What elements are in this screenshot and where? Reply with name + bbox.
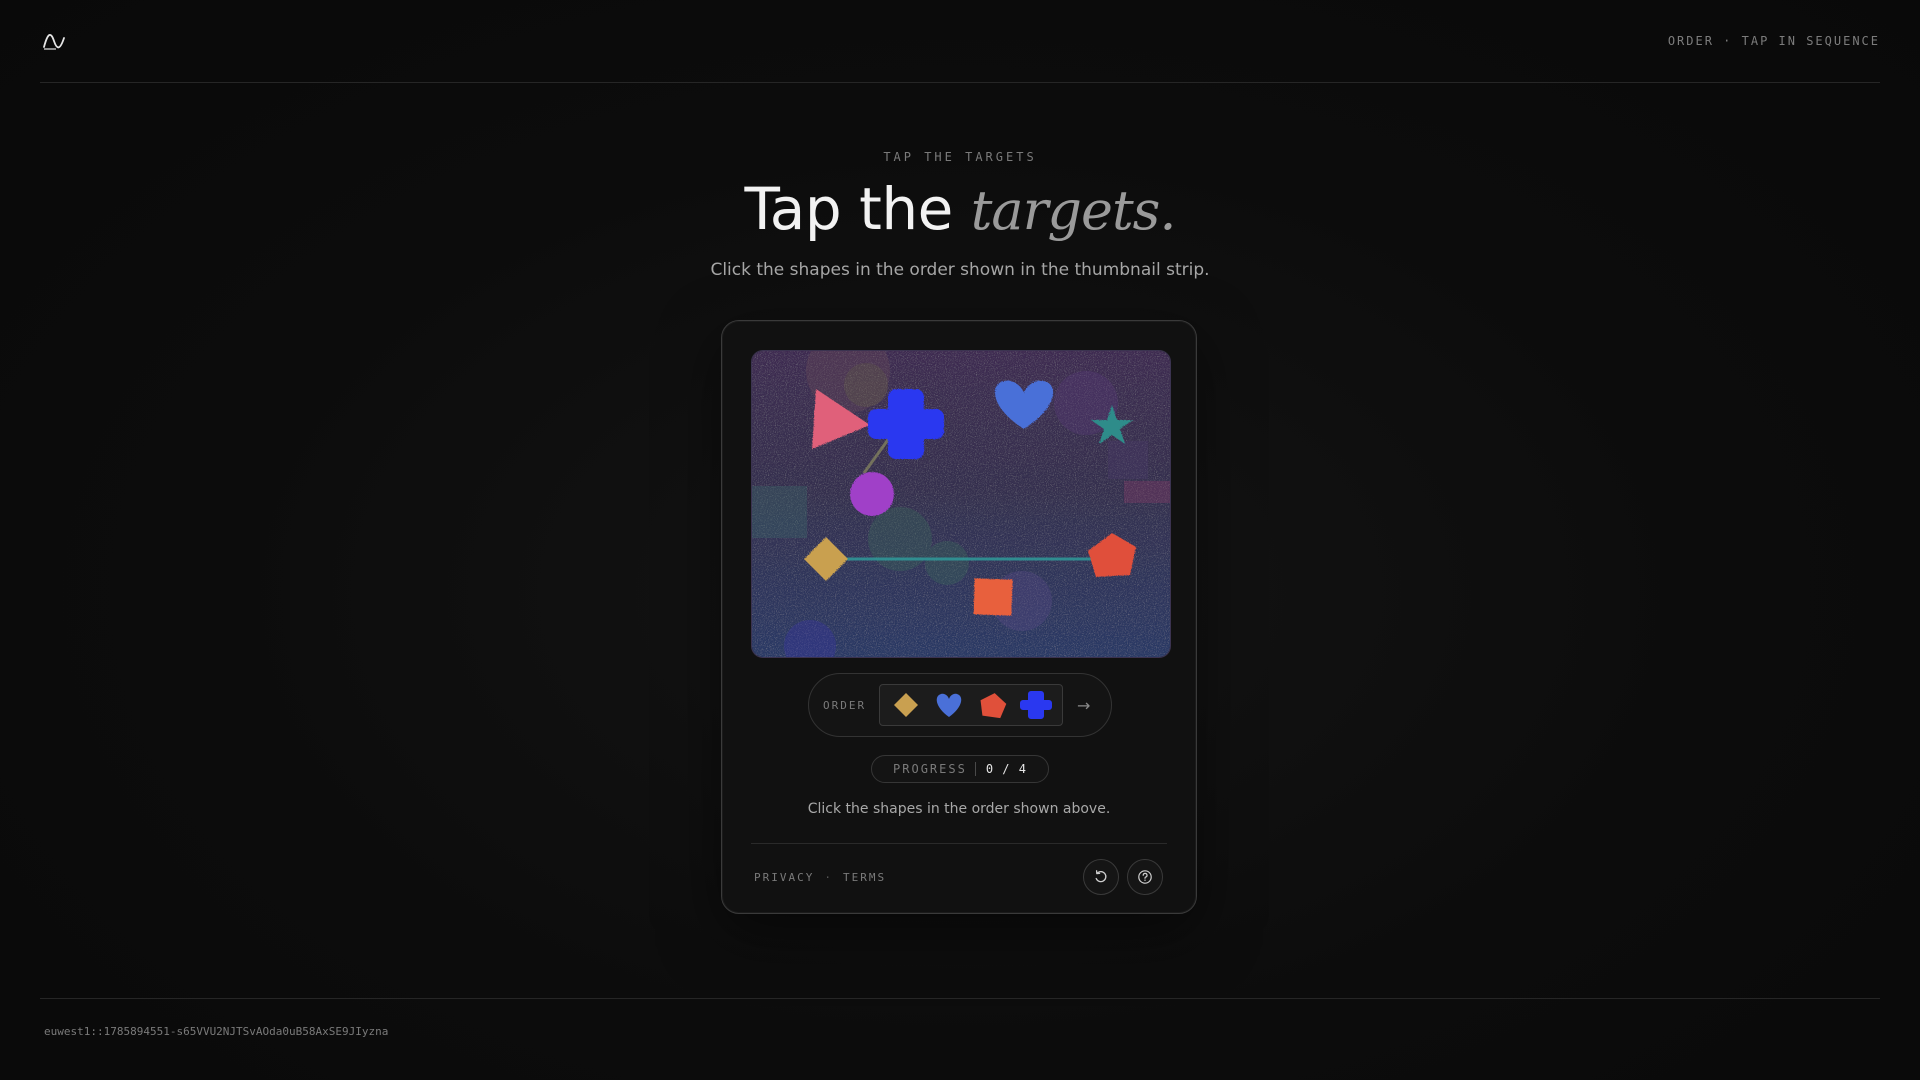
- challenge-canvas[interactable]: [751, 350, 1171, 658]
- help-button[interactable]: [1127, 859, 1163, 895]
- card-footer: PRIVACY · TERMS: [751, 857, 1167, 897]
- diamond-icon: [893, 693, 918, 717]
- order-strip: ORDER →: [808, 673, 1112, 737]
- privacy-link[interactable]: PRIVACY: [754, 871, 814, 884]
- progress-badge: PROGRESS 0 / 4: [871, 755, 1049, 783]
- order-thumb-diamond: [889, 688, 923, 722]
- page-title: Tap the targets.: [0, 180, 1920, 238]
- legal-links: PRIVACY · TERMS: [751, 871, 886, 884]
- refresh-icon: [1095, 870, 1107, 883]
- order-thumb-cross: [1019, 688, 1053, 722]
- cross-icon: [1020, 691, 1053, 719]
- subtitle: Click the shapes in the order shown in t…: [710, 260, 1210, 280]
- pentagon-icon: [980, 693, 1007, 719]
- arrow-right-icon: →: [1077, 695, 1091, 715]
- divider: [751, 843, 1167, 844]
- terms-link[interactable]: TERMS: [843, 871, 886, 884]
- order-label: ORDER: [823, 698, 867, 712]
- circle-shape[interactable]: [850, 472, 894, 516]
- headline-accent: targets.: [970, 179, 1177, 242]
- session-id: euwest1::1785894551-s65VVU2NJTSvAOda0uB5…: [44, 1025, 389, 1038]
- headline-main: Tap the: [744, 175, 971, 243]
- mode-label: ORDER · TAP IN SEQUENCE: [1667, 34, 1880, 48]
- progress-label: PROGRESS: [893, 762, 976, 776]
- heart-icon: [937, 693, 962, 717]
- divider: [40, 998, 1880, 999]
- progress-value: 0 / 4: [985, 762, 1027, 776]
- order-thumb-pentagon: [976, 688, 1010, 722]
- order-thumb-heart: [932, 688, 966, 722]
- challenge-card: ORDER → PROGRESS 0 / 4 Click the shapes …: [721, 320, 1197, 914]
- separator: ·: [824, 870, 833, 884]
- refresh-button[interactable]: [1083, 859, 1119, 895]
- hero: TAP THE TARGETS Tap the targets. Click t…: [0, 150, 1920, 280]
- wave-logo-icon[interactable]: [42, 30, 70, 52]
- thumbnail-strip: [879, 684, 1063, 726]
- icon-buttons: [1083, 859, 1167, 895]
- square-shape[interactable]: [973, 578, 1013, 616]
- eyebrow: TAP THE TARGETS: [883, 150, 1037, 164]
- help-icon: [1138, 870, 1152, 884]
- top-bar: ORDER · TAP IN SEQUENCE: [40, 0, 1880, 83]
- instruction-text: Click the shapes in the order shown abov…: [807, 801, 1111, 817]
